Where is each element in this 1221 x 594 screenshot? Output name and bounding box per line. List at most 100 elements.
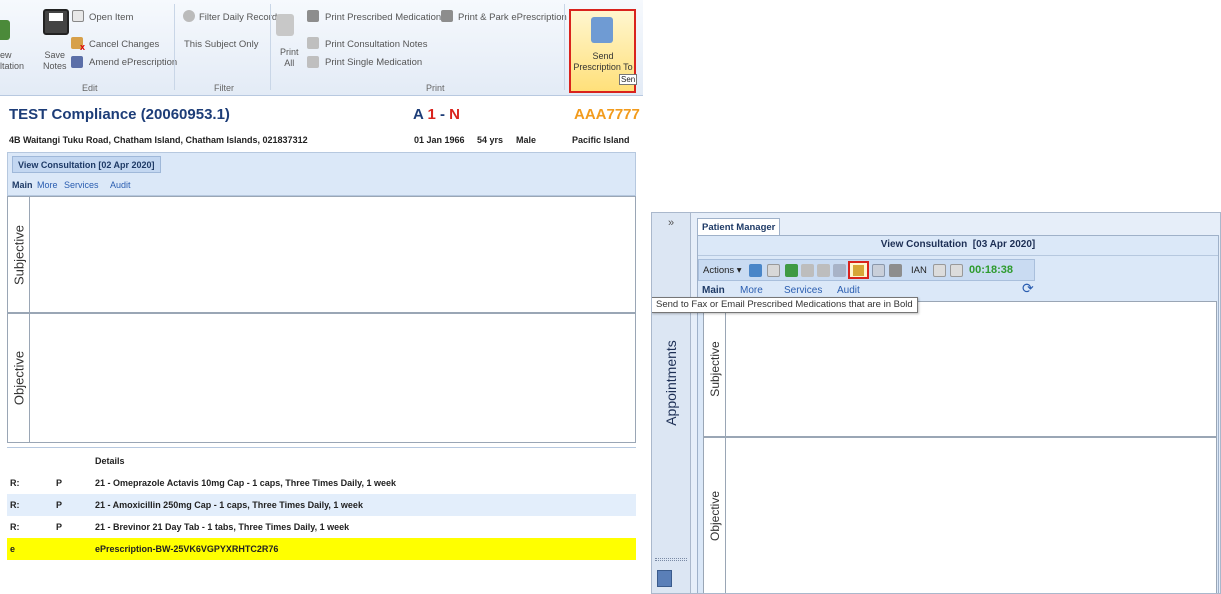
subtab-audit[interactable]: Audit [837,285,860,296]
print-prescribed-icon[interactable] [307,10,319,22]
row-status: P [56,522,63,532]
flag-dash: - [439,106,445,123]
print-icon[interactable] [817,264,830,277]
appointments-label: Appointments [663,340,679,426]
objective-label-strip: Objective [8,314,30,442]
table-row[interactable]: R: P 21 - Omeprazole Actavis 10mg Cap - … [7,472,636,494]
objective-editor[interactable]: Objective [703,437,1217,593]
print-park-icon[interactable] [441,10,453,22]
open-item-icon[interactable] [72,10,84,22]
row-status: P [56,478,63,488]
add-icon[interactable] [749,264,762,277]
save-notes-label[interactable]: Save Notes [43,50,67,72]
amend-eprescription-button[interactable]: Amend ePrescription [89,57,177,68]
table-row[interactable]: e ePrescription-BW-25VK6VGPYXRHTC2R76 [7,538,636,560]
send-prescription-icon [591,17,613,43]
filter-daily-record-button[interactable]: Filter Daily Record [199,12,277,23]
print-all-button[interactable]: Print All [280,47,299,69]
print-prescribed-icon[interactable] [833,264,846,277]
calculator-icon[interactable] [889,264,902,277]
group-print-label: Print [426,83,445,93]
objective-editor[interactable]: Objective [7,313,636,443]
flag-a: A [413,106,424,123]
appointments-tab[interactable]: Appointments [652,323,690,443]
patient-ethnicity: Pacific Island [572,135,630,145]
ribbon-separator [174,4,175,90]
subtab-audit[interactable]: Audit [110,180,131,190]
print-park-button[interactable]: Print & Park ePrescription [458,12,567,23]
contacts-icon[interactable] [657,570,672,587]
row-status: P [56,500,63,510]
open-item-button[interactable]: Open Item [89,12,133,23]
print-consultation-icon[interactable] [307,37,319,49]
flag-1: 1 [427,106,436,123]
ribbon-separator [270,4,271,90]
subjective-label: Subjective [11,224,26,285]
details-header: Details [95,456,125,466]
subtab-main[interactable]: Main [702,285,725,296]
subtab-main[interactable]: Main [12,180,33,190]
subtab-services[interactable]: Services [64,180,99,190]
this-subject-only-button[interactable]: This Subject Only [184,39,258,50]
patient-name: TEST Compliance (20060953.1) [9,106,230,123]
subtab-more[interactable]: More [740,285,763,296]
print-single-icon[interactable] [307,56,319,68]
objective-label: Objective [707,490,722,541]
subjective-editor[interactable]: Subjective [7,196,636,313]
table-row[interactable]: R: P 21 - Amoxicillin 250mg Cap - 1 caps… [7,494,636,516]
amend-eprescription-icon[interactable] [71,56,83,68]
ian-document-icon[interactable] [933,264,946,277]
tab-patient-manager[interactable]: Patient Manager [697,218,781,236]
row-type: R: [10,522,20,532]
print-single-medication-button[interactable]: Print Single Medication [325,57,422,68]
notes-icon[interactable] [872,264,885,277]
cancel-changes-button[interactable]: Cancel Changes [89,39,159,50]
send-prescription-button[interactable] [848,261,869,279]
subjective-label-strip: Subjective [704,302,726,436]
row-details: 21 - Omeprazole Actavis 10mg Cap - 1 cap… [95,478,396,488]
new-consultation-label[interactable]: ew ltation [0,50,24,72]
ian-label[interactable]: IAN [911,265,927,276]
print-consultation-notes-button[interactable]: Print Consultation Notes [325,39,427,50]
table-row[interactable]: R: P 21 - Brevinor 21 Day Tab - 1 tabs, … [7,516,636,538]
collapse-button[interactable]: » [652,217,690,229]
send-tooltip-fragment: Sen [619,74,638,85]
subjective-label-strip: Subjective [8,197,30,312]
right-screenshot: » Appointments Patient Manager View Cons… [651,212,1221,594]
cancel-changes-icon[interactable]: x [71,37,85,52]
patient-flags: A 1 - N [413,106,460,123]
document-icon[interactable] [767,264,780,277]
medications-grid: Details R: P 21 - Omeprazole Actavis 10m… [7,447,636,594]
send-prescription-label: Send Prescription To [573,51,633,72]
consultation-panel: View Consultation [03 Apr 2020] Actions … [697,235,1219,593]
new-consultation-icon[interactable] [0,20,10,40]
title-divider [698,255,1218,256]
objective-label: Objective [11,350,26,406]
patient-address: 4B Waitangi Tuku Road, Chatham Island, C… [9,135,308,145]
send-prescription-icon [853,265,864,276]
calendar-icon[interactable] [785,264,798,277]
tab-view-consultation[interactable]: View Consultation [02 Apr 2020] [12,156,161,173]
subtab-more[interactable]: More [37,180,58,190]
ribbon-separator [564,4,565,90]
consult-toolbar: Actions ▾ IAN 00:18:38 [698,259,1035,281]
actions-menu[interactable]: Actions ▾ [703,265,742,276]
subjective-editor[interactable]: Subjective [703,301,1217,437]
print-prescribed-button[interactable]: Print Prescribed Medications [325,12,446,23]
filter-icon[interactable] [183,10,195,22]
send-prescription-highlight[interactable]: Send Prescription To Sen [569,9,638,93]
row-details: 21 - Brevinor 21 Day Tab - 1 tabs, Three… [95,522,350,532]
patient-sex: Male [516,135,537,145]
print-all-icon[interactable] [276,14,294,36]
consultation-tabstrip: View Consultation [02 Apr 2020] Main Mor… [7,152,636,196]
row-details: ePrescription-BW-25VK6VGPYXRHTC2R76 [95,544,279,554]
navbar-grip[interactable] [655,558,687,561]
subtab-services[interactable]: Services [784,285,822,296]
patient-age: 54 yrs [477,135,504,145]
ian-document-icon[interactable] [950,264,963,277]
print-icon[interactable] [801,264,814,277]
save-notes-icon[interactable] [43,9,69,35]
ribbon: ew ltation Save Notes Open Item x Cancel… [0,0,643,96]
refresh-icon[interactable]: ⟳ [1022,280,1034,297]
side-navbar: » Appointments [652,213,691,593]
